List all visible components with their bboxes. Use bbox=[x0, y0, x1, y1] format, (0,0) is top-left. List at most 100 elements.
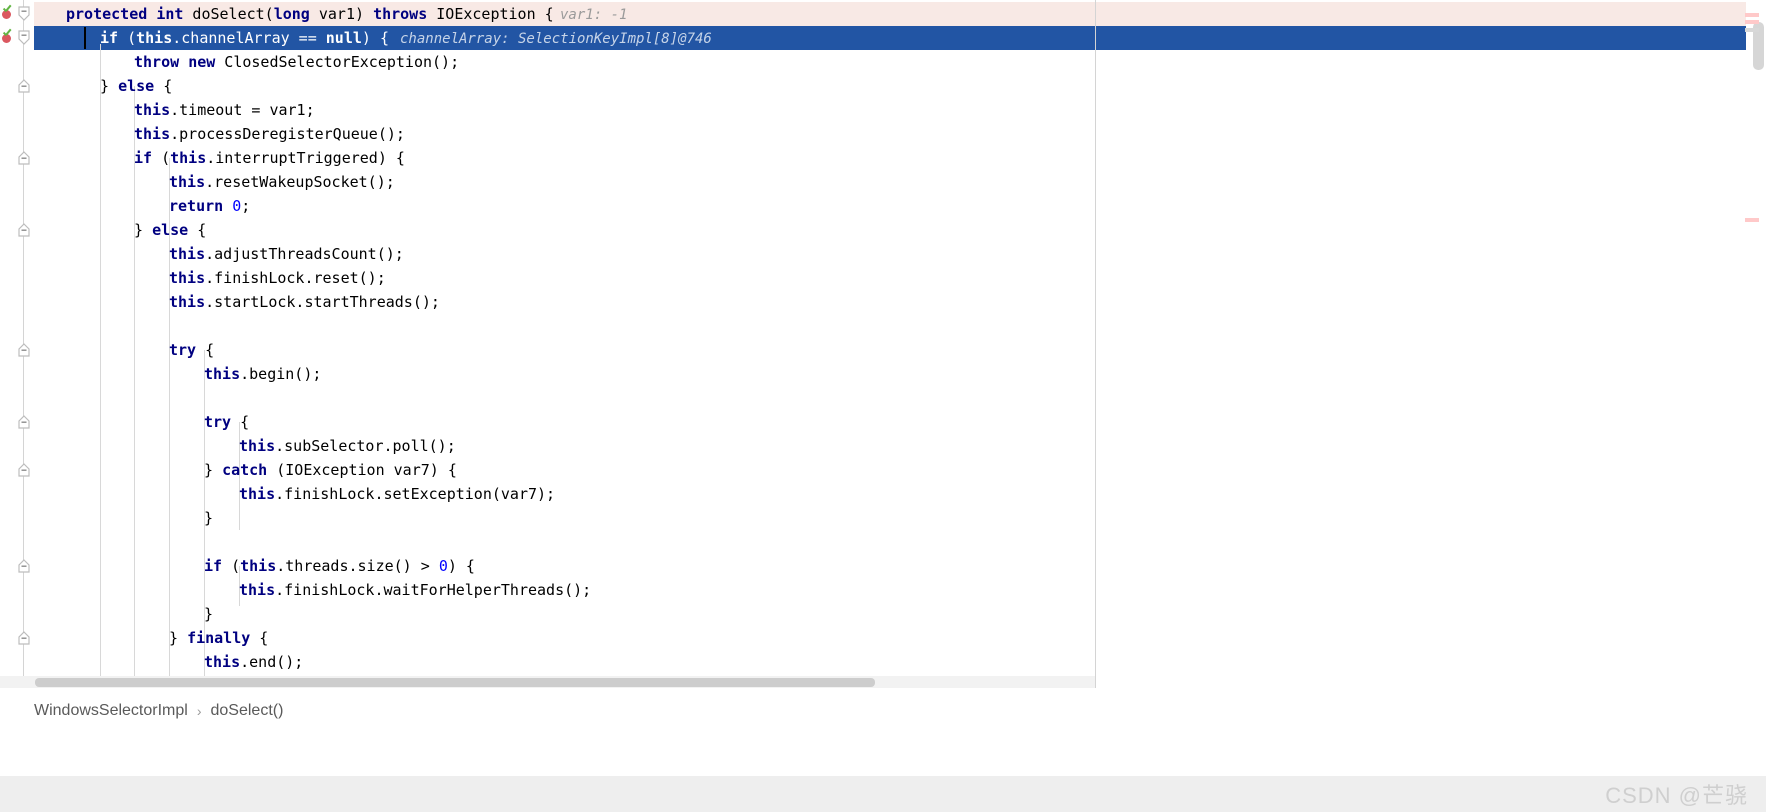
code-token: try bbox=[204, 413, 232, 431]
code-token: { bbox=[196, 341, 215, 359]
code-token: .channelArray == bbox=[172, 29, 326, 47]
code-token: ClosedSelectorException(); bbox=[215, 53, 460, 71]
horizontal-scrollbar-thumb[interactable] bbox=[35, 678, 875, 687]
code-token: .begin(); bbox=[240, 365, 322, 383]
code-token: } bbox=[204, 605, 214, 623]
code-token: ; bbox=[241, 197, 251, 215]
code-token: this bbox=[169, 293, 206, 311]
code-line[interactable]: } catch (IOException var7) { bbox=[204, 458, 457, 482]
watermark-text: CSDN @芒骁 bbox=[1605, 783, 1748, 808]
code-text-layer[interactable]: protected int doSelect(long var1) throws… bbox=[0, 0, 1766, 688]
code-token: .end(); bbox=[240, 653, 304, 671]
code-line[interactable]: } else { bbox=[100, 74, 172, 98]
error-stripe-marker[interactable] bbox=[1745, 13, 1759, 17]
code-editor[interactable]: protected int doSelect(long var1) throws… bbox=[0, 0, 1766, 688]
code-token: } bbox=[100, 77, 119, 95]
code-token: { bbox=[231, 413, 250, 431]
code-line[interactable]: try { bbox=[204, 410, 249, 434]
code-token: .subSelector.poll(); bbox=[275, 437, 456, 455]
code-token: if bbox=[204, 557, 223, 575]
code-token: 0 bbox=[438, 557, 448, 575]
code-token: ( bbox=[118, 29, 137, 47]
code-token: if bbox=[134, 149, 153, 167]
code-token: this bbox=[169, 173, 206, 191]
code-token: this bbox=[170, 149, 207, 167]
code-token: } bbox=[169, 629, 188, 647]
watermark-bar: CSDN @芒骁 bbox=[0, 776, 1766, 812]
code-line[interactable]: return 0; bbox=[169, 194, 250, 218]
code-line[interactable]: } finally { bbox=[169, 626, 268, 650]
code-line[interactable]: throw new ClosedSelectorException(); bbox=[134, 50, 459, 74]
code-line[interactable]: this.begin(); bbox=[204, 362, 321, 386]
code-token: } bbox=[204, 461, 223, 479]
code-token: protected bbox=[66, 5, 148, 23]
code-token: (IOException var7) { bbox=[267, 461, 457, 479]
code-token: .finishLock.waitForHelperThreads(); bbox=[275, 581, 592, 599]
code-line[interactable]: this.subSelector.poll(); bbox=[239, 434, 456, 458]
code-token: .timeout = var1; bbox=[170, 101, 315, 119]
code-token: doSelect( bbox=[183, 5, 274, 23]
code-token: try bbox=[169, 341, 197, 359]
code-token: .resetWakeupSocket(); bbox=[205, 173, 395, 191]
code-token: ) { bbox=[447, 557, 475, 575]
code-line[interactable]: if (this.interruptTriggered) { bbox=[134, 146, 405, 170]
code-line[interactable]: try { bbox=[169, 338, 214, 362]
code-token: catch bbox=[222, 461, 268, 479]
code-token: this bbox=[134, 125, 171, 143]
code-token: else bbox=[118, 77, 155, 95]
code-token: this bbox=[239, 581, 276, 599]
code-line[interactable]: } bbox=[204, 602, 213, 626]
code-line[interactable]: this.processDeregisterQueue(); bbox=[134, 122, 405, 146]
breadcrumb-separator-icon: › bbox=[196, 702, 202, 719]
inline-debugger-hint[interactable]: var1: -1 bbox=[560, 2, 627, 26]
code-token: return bbox=[169, 197, 224, 215]
text-caret bbox=[84, 27, 86, 49]
code-line[interactable]: this.resetWakeupSocket(); bbox=[169, 170, 395, 194]
error-stripe-marker[interactable] bbox=[1745, 28, 1759, 32]
code-token: new bbox=[188, 53, 216, 71]
code-line[interactable]: if (this.channelArray == null) { bbox=[100, 26, 389, 50]
code-token: { bbox=[250, 629, 269, 647]
code-token: .interruptTriggered) { bbox=[206, 149, 405, 167]
code-token: } bbox=[204, 509, 214, 527]
code-token: this bbox=[136, 29, 173, 47]
code-token: ( bbox=[222, 557, 241, 575]
code-line[interactable]: protected int doSelect(long var1) throws… bbox=[66, 2, 554, 26]
ide-editor-window: protected int doSelect(long var1) throws… bbox=[0, 0, 1766, 812]
code-token: null bbox=[325, 29, 362, 47]
code-token: long bbox=[273, 5, 310, 23]
error-stripe-marker[interactable] bbox=[1745, 20, 1759, 24]
inline-hint-text: channelArray: SelectionKeyImpl[8]@746 bbox=[400, 31, 712, 47]
code-line[interactable]: this.finishLock.setException(var7); bbox=[239, 482, 555, 506]
code-token: { bbox=[154, 77, 173, 95]
code-token: else bbox=[152, 221, 189, 239]
code-line[interactable]: this.end(); bbox=[204, 650, 303, 674]
code-line[interactable]: this.finishLock.waitForHelperThreads(); bbox=[239, 578, 591, 602]
code-token: throws bbox=[373, 5, 428, 23]
code-token: .processDeregisterQueue(); bbox=[170, 125, 405, 143]
code-line[interactable]: this.timeout = var1; bbox=[134, 98, 315, 122]
vertical-scrollbar-track[interactable] bbox=[1745, 0, 1766, 688]
code-token: if bbox=[100, 29, 119, 47]
code-line[interactable]: this.adjustThreadsCount(); bbox=[169, 242, 404, 266]
code-line[interactable]: } bbox=[204, 506, 213, 530]
inline-debugger-hint[interactable]: channelArray: SelectionKeyImpl[8]@746 bbox=[400, 26, 712, 50]
breadcrumb-item-method[interactable]: doSelect() bbox=[211, 702, 284, 720]
code-token: IOException { bbox=[427, 5, 554, 23]
error-stripe-marker[interactable] bbox=[1745, 218, 1759, 222]
code-token: 0 bbox=[232, 197, 242, 215]
breadcrumb-item-class[interactable]: WindowsSelectorImpl bbox=[34, 702, 188, 720]
breadcrumb[interactable]: WindowsSelectorImpl › doSelect() bbox=[0, 688, 1766, 733]
code-token: this bbox=[169, 269, 206, 287]
code-line[interactable]: this.startLock.startThreads(); bbox=[169, 290, 440, 314]
inline-hint-text: var1: -1 bbox=[560, 7, 628, 23]
code-token: .threads.size() > bbox=[276, 557, 439, 575]
code-line[interactable]: if (this.threads.size() > 0) { bbox=[204, 554, 475, 578]
code-line[interactable]: this.finishLock.reset(); bbox=[169, 266, 386, 290]
code-token: this bbox=[169, 245, 206, 263]
code-line[interactable]: } else { bbox=[134, 218, 206, 242]
code-token: .finishLock.setException(var7); bbox=[275, 485, 556, 503]
